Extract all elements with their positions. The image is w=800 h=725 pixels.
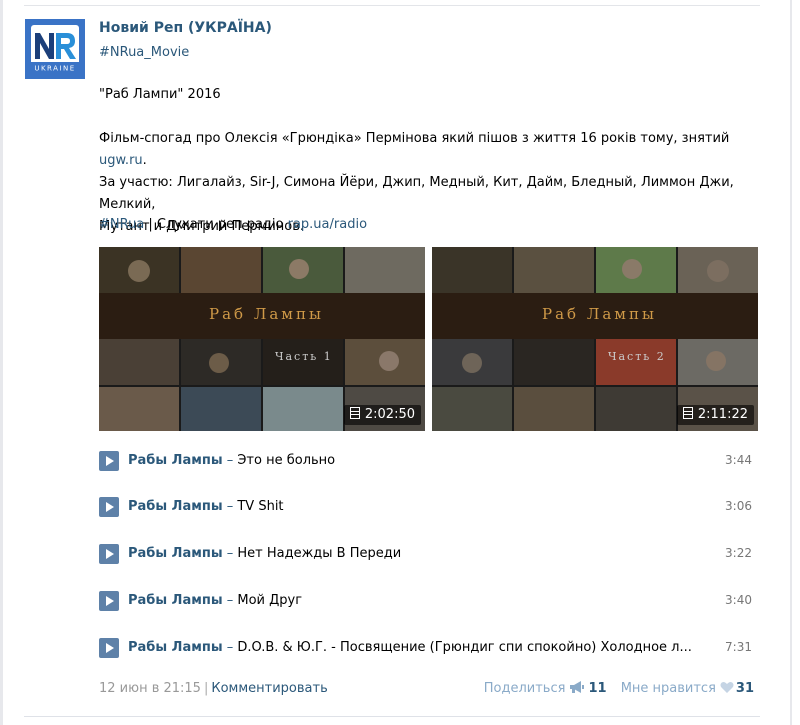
film-icon — [349, 407, 360, 419]
video-title: Раб Лампы — [209, 305, 324, 323]
description-period: . — [142, 153, 147, 168]
play-icon[interactable] — [99, 451, 119, 471]
video-thumbnail-2[interactable]: Раб Лампы Часть 2 2:11:22 — [432, 247, 758, 431]
video-mosaic-1 — [99, 247, 425, 431]
track-duration: 3:40 — [725, 593, 752, 607]
hashtag-link[interactable]: #NRua_Movie — [99, 44, 272, 61]
megaphone-icon — [570, 681, 585, 693]
audio-track: Рабы Лампы – TV Shit 3:06 — [99, 496, 752, 517]
audio-track: Рабы Лампы – Нет Надежды В Переди 3:22 — [99, 543, 752, 564]
video-thumbnail-1[interactable]: Раб Лампы Часть 1 2:02:50 — [99, 247, 425, 431]
track-name: Рабы Лампы – TV Shit — [128, 498, 284, 516]
post-footer: 12 июн в 21:15 | Комментировать Поделиться… — [99, 681, 754, 701]
ugw-link[interactable]: ugw.ru — [99, 153, 143, 168]
video-title: Раб Лампы — [542, 305, 657, 323]
track-name: Рабы Лампы – Нет Надежды В Переди — [128, 545, 401, 563]
play-icon[interactable] — [99, 591, 119, 611]
page-border-right — [790, 0, 792, 725]
track-title[interactable]: Это не больно — [237, 453, 335, 468]
share-label: Поделиться — [483, 681, 566, 696]
post-top-divider — [24, 5, 760, 6]
track-duration: 3:06 — [725, 499, 752, 513]
play-icon[interactable] — [99, 497, 119, 517]
track-title[interactable]: D.O.B. & Ю.Г. - Посвящение (Грюндиг спи … — [237, 640, 692, 655]
footer-separator: | — [203, 681, 209, 696]
description-text: Фільм-спогад про Олексія «Грюндіка» Перм… — [99, 131, 730, 146]
share-button[interactable]: Поделиться 11 — [484, 681, 607, 696]
video-duration-badge: 2:11:22 — [676, 405, 754, 425]
play-icon[interactable] — [99, 544, 119, 564]
track-artist-link[interactable]: Рабы Лампы — [128, 499, 223, 514]
track-title[interactable]: Мой Друг — [237, 593, 302, 608]
post-actions: Поделиться 11 Мне нравится 31 — [484, 681, 754, 696]
post-title-text: "Раб Лампи" 2016 — [99, 87, 221, 102]
radio-line: #NRua | Слухати реп радіо rap.ua/radio — [99, 214, 779, 236]
community-avatar[interactable]: UKRAINE — [25, 19, 85, 79]
audio-track: Рабы Лампы – Это не больно 3:44 — [99, 450, 752, 471]
post-bottom-divider — [24, 716, 760, 717]
video-duration: 2:02:50 — [364, 407, 415, 422]
play-icon[interactable] — [99, 638, 119, 658]
post-date-link[interactable]: 12 июн в 21:15 — [99, 681, 201, 696]
heart-icon — [720, 682, 734, 693]
track-name: Рабы Лампы – D.O.B. & Ю.Г. - Посвящение … — [128, 639, 692, 657]
video-part-label: Часть 2 — [608, 350, 666, 363]
film-icon — [682, 407, 693, 419]
track-separator: – — [222, 593, 238, 608]
track-duration: 3:44 — [725, 453, 752, 467]
track-artist-link[interactable]: Рабы Лампы — [128, 546, 223, 561]
author-name-link[interactable]: Новий Реп (УКРАЇНА) — [99, 19, 272, 37]
audio-track: Рабы Лампы – Мой Друг 3:40 — [99, 590, 752, 611]
track-artist-link[interactable]: Рабы Лампы — [128, 640, 223, 655]
avatar-logo-sub: UKRAINE — [34, 65, 75, 73]
video-duration: 2:11:22 — [697, 407, 748, 422]
like-label: Мне нравится — [620, 681, 716, 696]
nr-logo-icon: UKRAINE — [25, 19, 85, 79]
share-count: 11 — [588, 681, 607, 696]
nrua-hashtag-link[interactable]: #NRua — [99, 217, 144, 232]
description-line-2: За участю: Лигалайз, Sir-J, Симона Йёри,… — [99, 175, 734, 212]
video-duration-badge: 2:02:50 — [343, 405, 421, 425]
description-line-1: Фільм-спогад про Олексія «Грюндіка» Перм… — [99, 128, 779, 172]
track-name: Рабы Лампы – Мой Друг — [128, 592, 302, 610]
radio-text: | Слухати реп радіо — [144, 217, 288, 232]
track-title[interactable]: TV Shit — [237, 499, 283, 514]
video-part-label: Часть 1 — [275, 350, 333, 363]
comment-link[interactable]: Комментировать — [211, 681, 327, 696]
track-title[interactable]: Нет Надежды В Переди — [237, 546, 401, 561]
like-count: 31 — [735, 681, 754, 696]
track-separator: – — [222, 546, 238, 561]
like-button[interactable]: Мне нравится 31 — [611, 681, 754, 696]
video-mosaic-2 — [432, 247, 758, 431]
track-separator: – — [222, 499, 238, 514]
page-border-left — [0, 0, 3, 725]
radio-link[interactable]: rap.ua/radio — [288, 217, 367, 232]
track-artist-link[interactable]: Рабы Лампы — [128, 593, 223, 608]
track-separator: – — [222, 453, 238, 468]
track-duration: 3:22 — [725, 546, 752, 560]
track-duration: 7:31 — [725, 640, 752, 654]
post-header: Новий Реп (УКРАЇНА) #NRua_Movie — [99, 19, 272, 61]
track-name: Рабы Лампы – Это не больно — [128, 452, 335, 470]
audio-track: Рабы Лампы – D.O.B. & Ю.Г. - Посвящение … — [99, 637, 752, 658]
track-separator: – — [222, 640, 238, 655]
post-title-line: "Раб Лампи" 2016 — [99, 84, 779, 106]
track-artist-link[interactable]: Рабы Лампы — [128, 453, 223, 468]
